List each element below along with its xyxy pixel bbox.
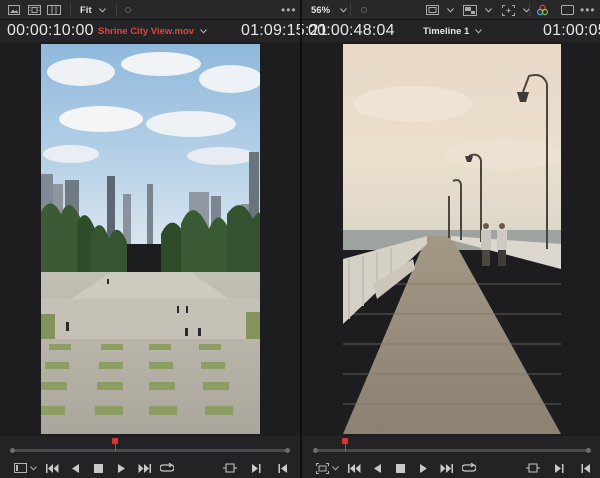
right-zoom-label: 56% [311, 4, 331, 16]
program-video-frame[interactable] [343, 44, 561, 434]
step-back-icon[interactable] [67, 461, 83, 475]
source-playhead[interactable] [112, 438, 118, 444]
toolbar-separator [70, 3, 71, 17]
stop-icon[interactable] [90, 461, 106, 475]
viewer-divider[interactable] [300, 0, 302, 478]
source-video-frame[interactable] [41, 44, 260, 434]
chevron-down-icon[interactable] [518, 3, 534, 17]
toolbar-separator [116, 3, 117, 17]
crosshair-icon[interactable] [500, 3, 516, 17]
timeline-title-dropdown[interactable]: Timeline 1 [423, 20, 483, 42]
program-mark-controls [525, 459, 593, 477]
chevron-down-icon [340, 5, 347, 16]
right-options-button[interactable]: ••• [580, 0, 596, 20]
play-icon[interactable] [415, 461, 431, 475]
step-back-icon[interactable] [369, 461, 385, 475]
color-wheel-icon [534, 3, 550, 17]
match-frame-icon[interactable] [525, 461, 541, 475]
scrub-start-marker [10, 448, 15, 453]
clip-title-dropdown[interactable]: Shrine City View.mov [98, 20, 207, 42]
viewer-options-icon[interactable] [314, 461, 330, 475]
chevron-down-icon [200, 26, 207, 37]
audio-level-icon [120, 3, 136, 17]
loop-icon[interactable] [461, 461, 477, 475]
left-zoom-dropdown[interactable]: Fit [80, 0, 106, 20]
scrub-end-marker [285, 448, 290, 453]
mark-in-icon[interactable] [551, 461, 567, 475]
chevron-down-icon[interactable] [480, 3, 496, 17]
more-options-icon: ••• [580, 3, 596, 17]
chevron-down-icon [475, 26, 483, 37]
viewer-mode-icon[interactable] [462, 3, 478, 17]
timeline-title: Timeline 1 [423, 25, 470, 37]
scrub-start-marker [313, 448, 318, 453]
mark-in-icon[interactable] [248, 461, 264, 475]
program-scrubber[interactable] [315, 449, 590, 452]
audio-level-icon [356, 3, 372, 17]
fast-forward-icon[interactable] [438, 461, 454, 475]
right-toolbar-icons [424, 0, 534, 20]
match-frame-icon[interactable] [222, 461, 238, 475]
left-options-button[interactable]: ••• [281, 0, 297, 20]
program-duration-timecode[interactable]: 01:00:05:09 [543, 20, 600, 42]
monitor-button[interactable] [559, 0, 575, 20]
clip-title: Shrine City View.mov [98, 25, 195, 37]
viewer-options-icon[interactable] [12, 461, 28, 475]
scrub-end-marker [586, 448, 591, 453]
left-toolbar-icons [6, 0, 62, 20]
right-audio-toggle[interactable] [356, 0, 372, 20]
toolbar-separator [529, 3, 530, 17]
mark-out-icon[interactable] [577, 461, 593, 475]
chevron-down-icon[interactable] [28, 461, 38, 475]
source-timecode[interactable]: 00:00:10:00 [7, 20, 94, 42]
chevron-down-icon[interactable] [442, 3, 458, 17]
source-mark-controls [222, 459, 290, 477]
safe-area-icon[interactable] [424, 3, 440, 17]
fast-forward-icon[interactable] [136, 461, 152, 475]
toolbar-separator [350, 3, 351, 17]
film-strip-icon[interactable] [26, 3, 42, 17]
program-transport-controls [314, 459, 477, 477]
right-zoom-dropdown[interactable]: 56% [311, 0, 347, 20]
filmstrip-grid-icon[interactable] [46, 3, 62, 17]
program-timecode[interactable]: 00:00:48:04 [308, 20, 395, 42]
jump-to-start-icon[interactable] [44, 461, 60, 475]
chevron-down-icon [98, 5, 106, 16]
mark-out-icon[interactable] [274, 461, 290, 475]
play-icon[interactable] [113, 461, 129, 475]
program-playhead[interactable] [342, 438, 348, 444]
source-scrubber[interactable] [12, 449, 288, 452]
source-transport-controls [12, 459, 175, 477]
jump-to-start-icon[interactable] [346, 461, 362, 475]
left-zoom-label: Fit [80, 4, 92, 16]
stop-icon[interactable] [392, 461, 408, 475]
chevron-down-icon[interactable] [330, 461, 340, 475]
image-view-icon[interactable] [6, 3, 22, 17]
loop-icon[interactable] [159, 461, 175, 475]
left-audio-toggle[interactable] [120, 0, 136, 20]
color-wheel-button[interactable] [534, 0, 550, 20]
monitor-icon [559, 3, 575, 17]
more-options-icon: ••• [281, 3, 297, 17]
